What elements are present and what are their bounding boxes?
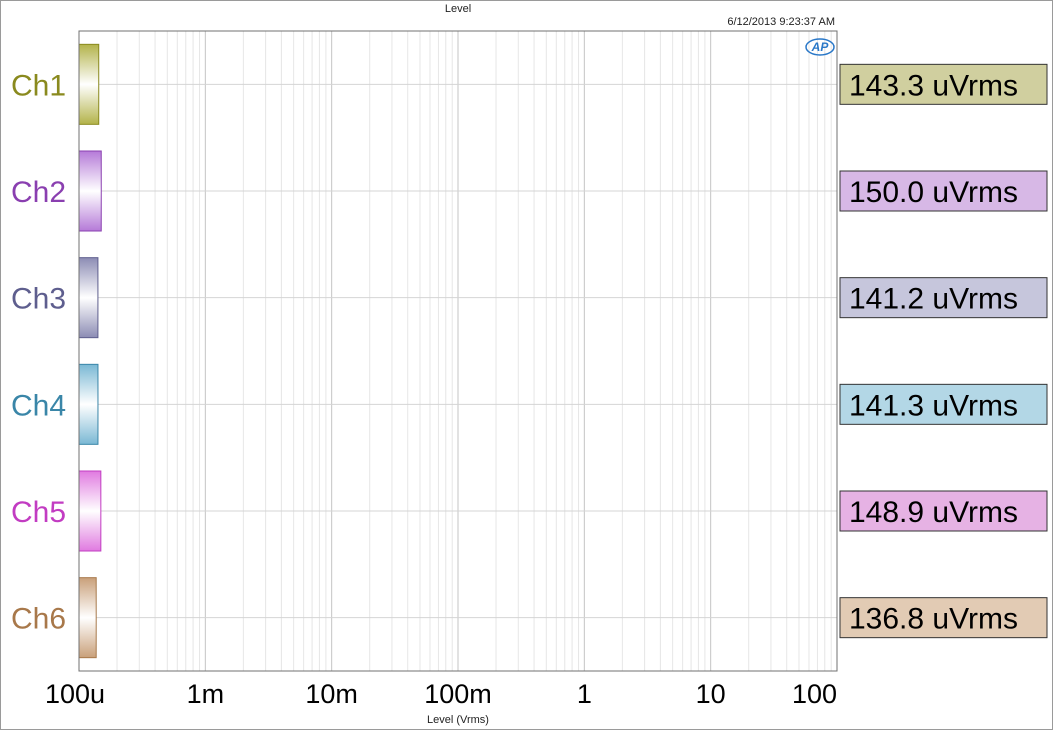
- x-tick-label: 1m: [187, 679, 225, 709]
- channel-label-ch4: Ch4: [11, 389, 66, 422]
- bar-ch5: [78, 470, 102, 552]
- x-tick-label: 1: [577, 679, 592, 709]
- readout-value-ch5: 148.9 uVrms: [849, 496, 1018, 529]
- x-axis-label: Level (Vrms): [427, 714, 489, 726]
- readout-value-ch1: 143.3 uVrms: [849, 69, 1018, 102]
- channel-label-ch3: Ch3: [11, 283, 66, 316]
- channel-label-ch2: Ch2: [11, 176, 66, 209]
- bar-ch2: [78, 150, 102, 232]
- x-tick-label: 100u: [45, 679, 105, 709]
- x-tick-label: 10: [696, 679, 726, 709]
- timestamp: 6/12/2013 9:23:37 AM: [727, 16, 835, 28]
- x-tick-label: 10m: [305, 679, 358, 709]
- channel-label-ch1: Ch1: [11, 69, 66, 102]
- readout-value-ch3: 141.2 uVrms: [849, 283, 1018, 316]
- logo-text: AP: [811, 40, 830, 54]
- x-tick-label: 100: [792, 679, 837, 709]
- bar-ch1: [78, 43, 100, 125]
- chart-window: Level 6/12/2013 9:23:37 AM Ch1 143.3 uVrm…: [0, 0, 1053, 730]
- readout-value-ch2: 150.0 uVrms: [849, 176, 1018, 209]
- readout-value-ch4: 141.3 uVrms: [849, 389, 1018, 422]
- bar-ch3: [78, 257, 99, 339]
- channel-label-ch6: Ch6: [11, 603, 66, 636]
- readout-value-ch6: 136.8 uVrms: [849, 603, 1018, 636]
- level-chart: Level 6/12/2013 9:23:37 AM Ch1 143.3 uVrm…: [11, 3, 1048, 726]
- x-tick-label: 100m: [424, 679, 492, 709]
- bar-ch6: [78, 577, 97, 659]
- chart-title: Level: [445, 3, 471, 15]
- channel-label-ch5: Ch5: [11, 496, 66, 529]
- bar-ch4: [78, 363, 99, 445]
